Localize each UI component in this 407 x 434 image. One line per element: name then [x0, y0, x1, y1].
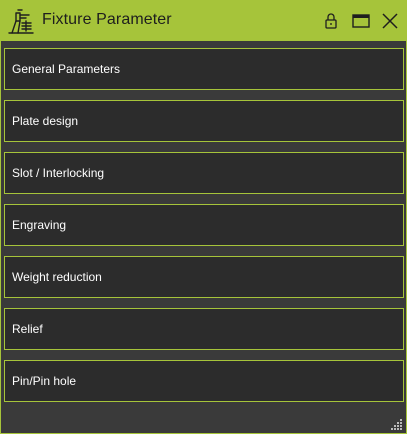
maximize-icon[interactable]	[351, 11, 371, 31]
section-label: Relief	[12, 322, 43, 336]
resize-grip-icon[interactable]	[391, 418, 403, 430]
section-pin-pin-hole[interactable]: Pin/Pin hole	[4, 360, 404, 402]
title-bar[interactable]: Fixture Parameter	[1, 1, 406, 41]
section-general-parameters[interactable]: General Parameters	[4, 48, 404, 90]
section-plate-design[interactable]: Plate design	[4, 100, 404, 142]
section-label: Engraving	[12, 218, 67, 232]
lock-icon[interactable]	[321, 11, 341, 31]
section-engraving[interactable]: Engraving	[4, 204, 404, 246]
section-label: Weight reduction	[12, 270, 102, 284]
close-icon[interactable]	[380, 11, 400, 31]
parameter-section-list: General Parameters Plate design Slot / I…	[4, 48, 404, 412]
section-weight-reduction[interactable]: Weight reduction	[4, 256, 404, 298]
fixture-icon	[8, 9, 34, 34]
section-label: Pin/Pin hole	[12, 374, 77, 388]
section-relief[interactable]: Relief	[4, 308, 404, 350]
section-label: Plate design	[12, 114, 79, 128]
fixture-parameter-window: Fixture Parameter General Parameters Pla…	[0, 0, 407, 434]
window-title: Fixture Parameter	[42, 11, 172, 28]
section-label: Slot / Interlocking	[12, 166, 105, 180]
section-label: General Parameters	[12, 62, 121, 76]
section-slot-interlocking[interactable]: Slot / Interlocking	[4, 152, 404, 194]
